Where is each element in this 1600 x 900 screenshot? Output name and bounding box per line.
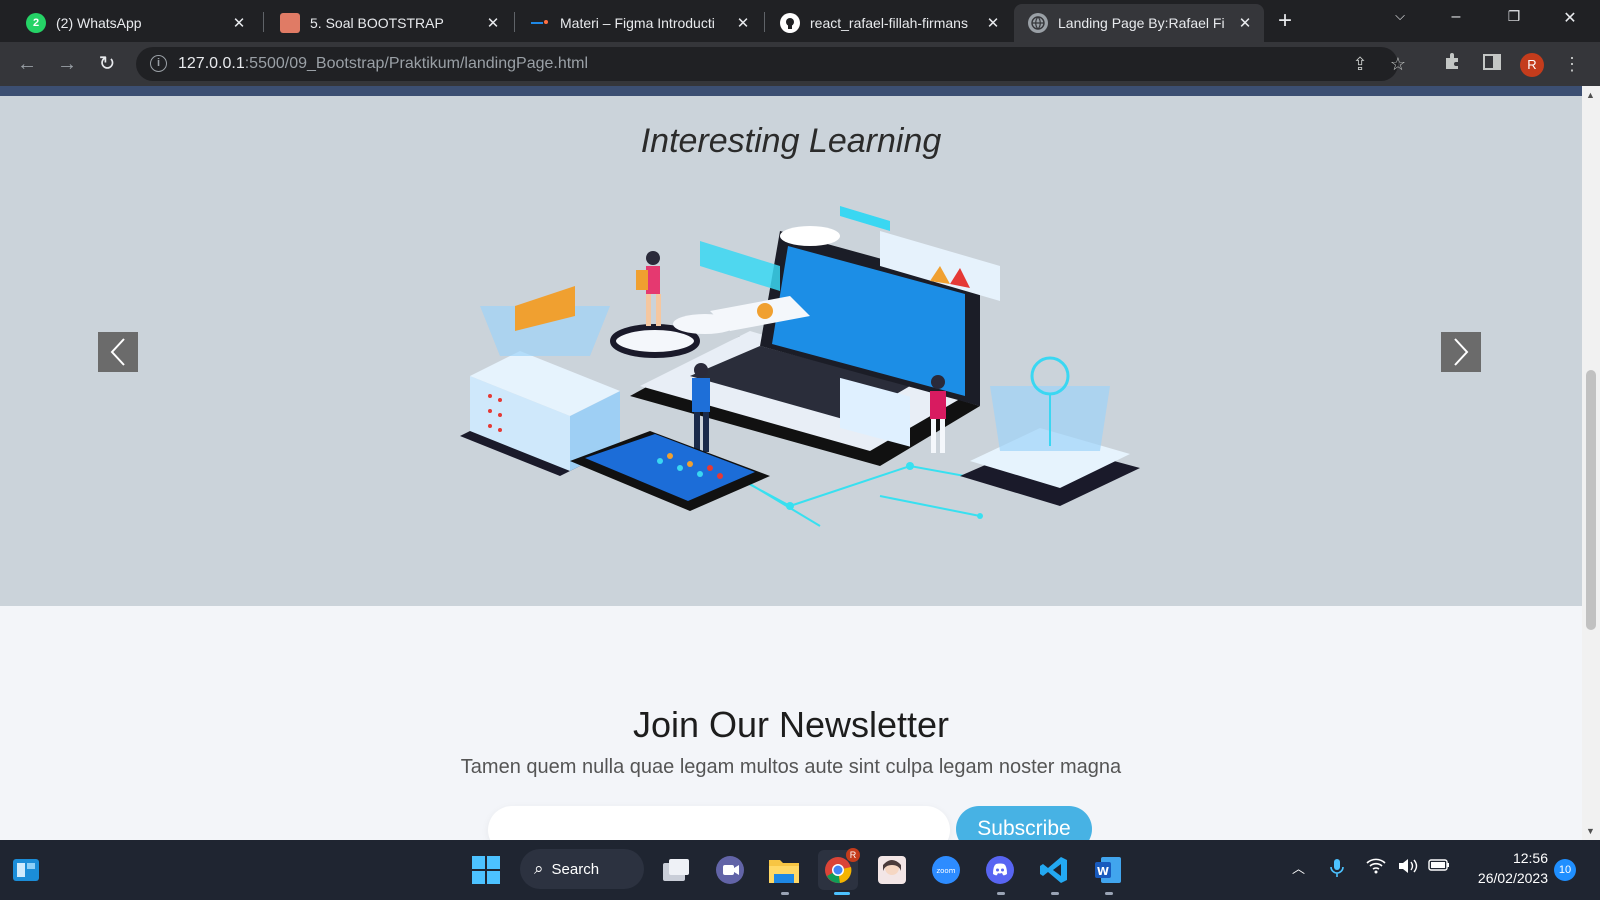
close-icon[interactable]: ✕ — [230, 14, 248, 32]
minimize-button[interactable]: – — [1444, 8, 1468, 26]
zoom-icon[interactable]: zoom — [926, 850, 966, 890]
battery-icon[interactable] — [1428, 858, 1450, 876]
carousel: Interesting Learning — [0, 96, 1582, 606]
svg-text:W: W — [1097, 865, 1109, 878]
document-icon — [280, 13, 300, 33]
browser-toolbar: ← → ↻ i 127.0.0.1:5500/09_Bootstrap/Prak… — [0, 42, 1600, 86]
carousel-prev-button[interactable] — [98, 332, 138, 372]
volume-icon[interactable] — [1398, 858, 1418, 878]
tab-title: 5. Soal BOOTSTRAP — [310, 15, 444, 31]
tab-search-icon[interactable]: ⌵ — [1388, 8, 1412, 24]
teams-chat-icon[interactable] — [710, 850, 750, 890]
chrome-profile-badge: R — [846, 848, 860, 862]
side-panel-icon[interactable] — [1480, 52, 1504, 76]
tab-strip: 2 (2) WhatsApp ✕ 5. Soal BOOTSTRAP ✕ Mat… — [0, 0, 1600, 42]
address-bar[interactable]: i 127.0.0.1:5500/09_Bootstrap/Praktikum/… — [136, 47, 1406, 81]
vscode-icon[interactable] — [1034, 850, 1074, 890]
carousel-next-button[interactable] — [1441, 332, 1481, 372]
profile-avatar[interactable]: R — [1520, 53, 1544, 77]
figma-icon — [530, 13, 550, 33]
url-text[interactable]: 127.0.0.1:5500/09_Bootstrap/Praktikum/la… — [178, 55, 588, 73]
scroll-down-arrow-icon[interactable]: ▼ — [1586, 826, 1595, 836]
tab-whatsapp[interactable]: 2 (2) WhatsApp ✕ — [12, 4, 258, 42]
globe-icon — [1028, 13, 1048, 33]
windows-start-icon[interactable] — [466, 850, 506, 890]
bookmark-star-icon[interactable]: ☆ — [1386, 52, 1410, 76]
share-icon[interactable]: ⇪ — [1348, 52, 1372, 76]
close-window-button[interactable]: ✕ — [1558, 8, 1582, 28]
anime-app-icon[interactable] — [872, 850, 912, 890]
svg-text:zoom: zoom — [936, 867, 955, 875]
file-explorer-icon[interactable] — [764, 850, 804, 890]
wifi-icon[interactable] — [1366, 858, 1386, 878]
word-icon[interactable]: W — [1088, 850, 1128, 890]
reload-icon[interactable]: ↻ — [94, 51, 120, 77]
notification-badge[interactable]: 10 — [1554, 859, 1576, 881]
tab-title: react_rafael-fillah-firmans — [810, 15, 968, 31]
back-arrow-icon[interactable]: ← — [14, 51, 40, 77]
tab-title: Landing Page By:Rafael Fi — [1058, 15, 1225, 31]
discord-icon[interactable] — [980, 850, 1020, 890]
menu-kebab-icon[interactable]: ⋮ — [1560, 52, 1584, 76]
widgets-icon[interactable] — [6, 850, 46, 890]
chevron-up-icon[interactable]: ︿ — [1292, 858, 1305, 877]
taskbar-search[interactable]: ⌕ Search — [520, 849, 644, 889]
tab-github[interactable]: react_rafael-fillah-firmans ✕ — [766, 4, 1012, 42]
close-icon[interactable]: ✕ — [1236, 14, 1254, 32]
restore-button[interactable]: ❐ — [1502, 8, 1526, 25]
chevron-right-icon — [1454, 338, 1469, 366]
task-view-icon[interactable] — [656, 850, 696, 890]
close-icon[interactable]: ✕ — [984, 14, 1002, 32]
clock-date: 26/02/2023 — [1477, 870, 1548, 886]
scroll-up-arrow-icon[interactable]: ▲ — [1586, 90, 1595, 100]
search-icon: ⌕ — [534, 859, 544, 878]
page-scrollbar[interactable]: ▲ ▼ — [1582, 86, 1600, 840]
system-clock[interactable]: 12:56 26/02/2023 — [1452, 848, 1548, 888]
new-tab-button[interactable]: + — [1278, 9, 1292, 33]
tab-title: Materi – Figma Introducti — [560, 15, 715, 31]
search-label: Search — [551, 860, 600, 878]
windows-taskbar: ⌕ Search R zoom W ︿ 12:56 26/02/2023 10 — [0, 840, 1600, 900]
newsletter-subtitle: Tamen quem nulla quae legam multos aute … — [460, 756, 1122, 778]
chrome-icon[interactable]: R — [818, 848, 860, 890]
close-icon[interactable]: ✕ — [484, 14, 502, 32]
clock-time: 12:56 — [1512, 850, 1548, 866]
forward-arrow-icon[interactable]: → — [54, 51, 80, 77]
microphone-icon[interactable] — [1330, 858, 1344, 882]
newsletter-title: Join Our Newsletter — [632, 704, 950, 745]
tab-title: (2) WhatsApp — [56, 15, 142, 31]
whatsapp-icon: 2 — [26, 13, 46, 33]
newsletter-email-input[interactable] — [488, 806, 950, 840]
tab-landing-page[interactable]: Landing Page By:Rafael Fi ✕ — [1014, 4, 1264, 42]
carousel-title: Interesting Learning — [640, 122, 942, 160]
info-icon[interactable]: i — [150, 55, 167, 72]
online-learning-illustration — [460, 206, 1140, 527]
tab-soal-bootstrap[interactable]: 5. Soal BOOTSTRAP ✕ — [266, 4, 512, 42]
subscribe-button[interactable]: Subscribe — [956, 806, 1092, 840]
extensions-icon[interactable] — [1440, 52, 1464, 76]
github-icon — [780, 13, 800, 33]
close-icon[interactable]: ✕ — [734, 14, 752, 32]
page-viewport: Interesting Learning Join Our Newsletter… — [0, 86, 1582, 840]
navbar-edge — [0, 86, 1582, 96]
scrollbar-thumb[interactable] — [1586, 370, 1596, 630]
chevron-left-icon — [110, 338, 125, 366]
tab-figma[interactable]: Materi – Figma Introducti ✕ — [516, 4, 762, 42]
